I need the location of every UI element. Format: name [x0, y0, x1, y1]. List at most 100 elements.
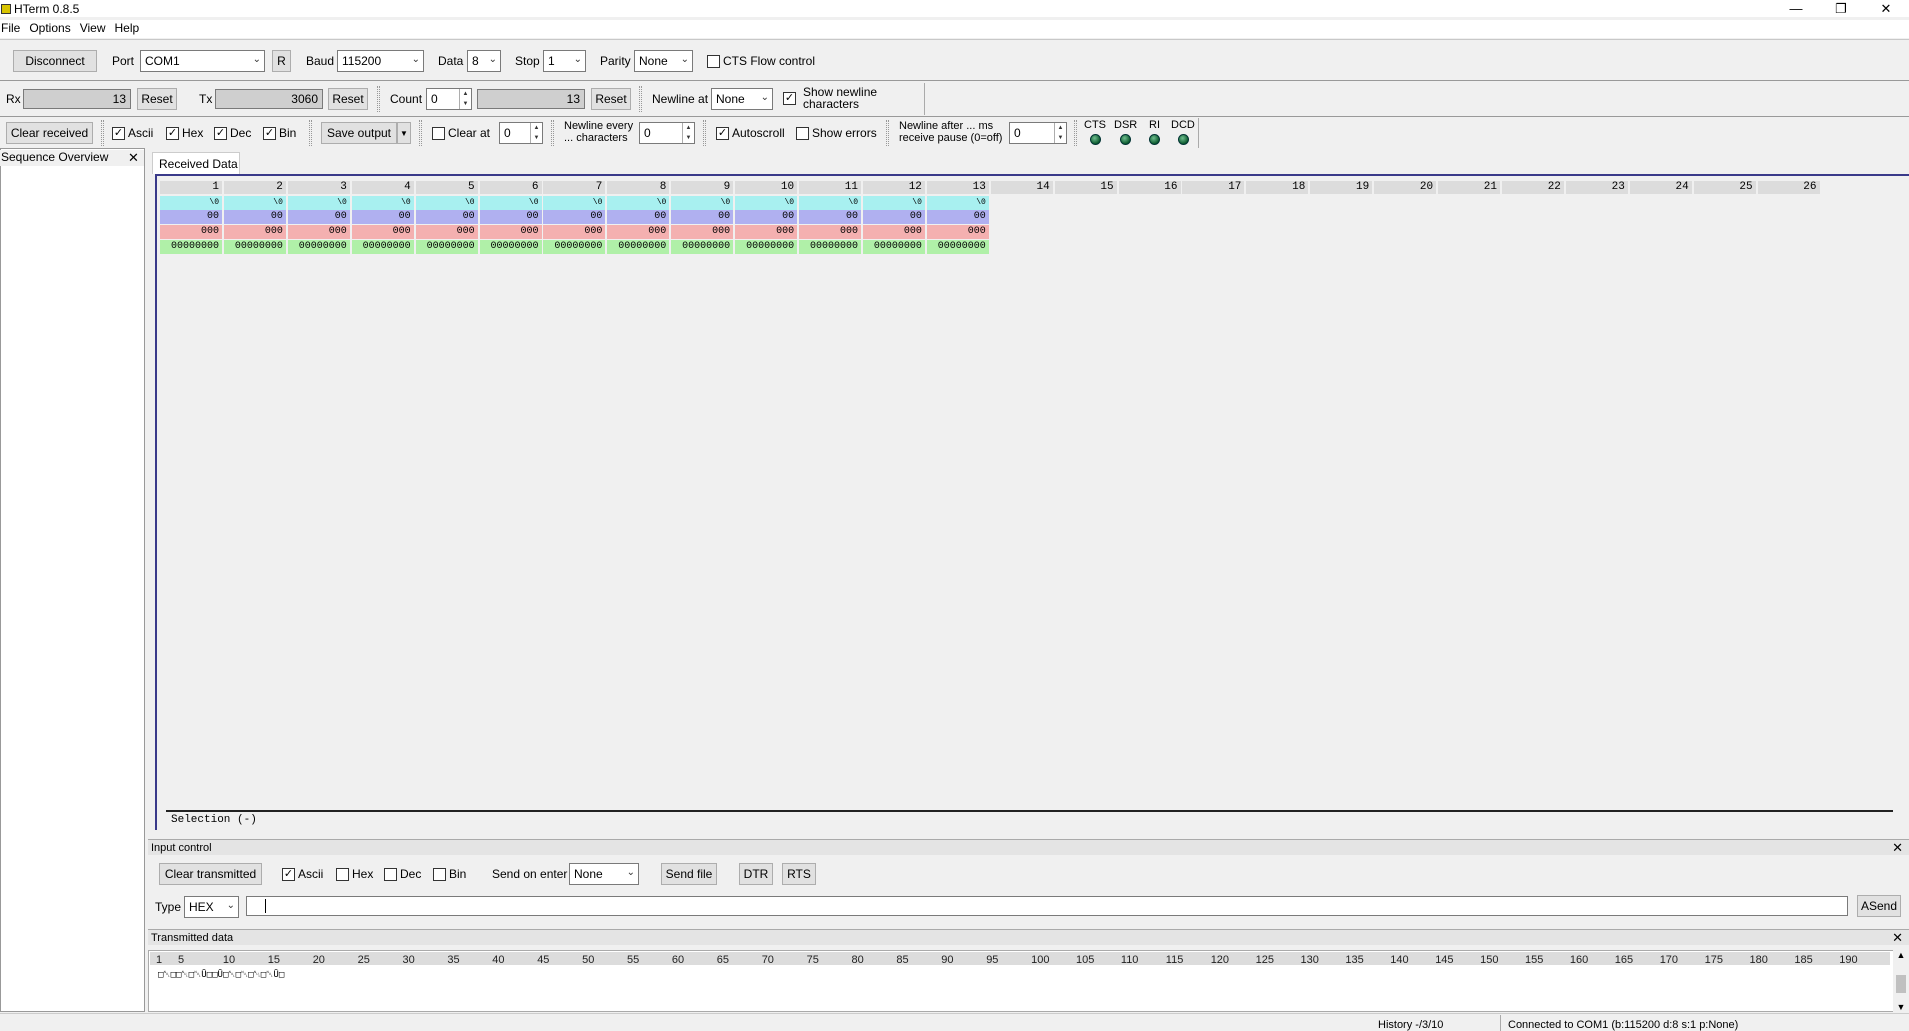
bin-cell[interactable]: 00000000	[926, 240, 989, 254]
ascii-cell[interactable]: \0	[415, 196, 478, 210]
hex-cell[interactable]: 00	[735, 210, 798, 224]
menu-help[interactable]: Help	[114, 20, 146, 38]
save-output-dropdown[interactable]: ▼	[397, 122, 411, 144]
stop-bits-select[interactable]: 1 ⌄	[543, 50, 586, 72]
newline-after-spinner[interactable]: 0 ▲ ▼	[1009, 122, 1067, 144]
hex-checkbox[interactable]: ✓ Hex	[166, 126, 203, 140]
received-data-panel[interactable]	[155, 174, 1909, 830]
ascii-cell[interactable]: \0	[223, 196, 286, 210]
spinner-arrows-icon[interactable]: ▲ ▼	[1054, 123, 1066, 143]
send-file-button[interactable]: Send file	[661, 863, 717, 885]
ascii-cell[interactable]: \0	[543, 196, 606, 210]
autoscroll-checkbox[interactable]: ✓ Autoscroll	[716, 126, 785, 140]
hex-cell[interactable]: 00	[415, 210, 478, 224]
newline-every-spinner[interactable]: 0 ▲ ▼	[639, 122, 695, 144]
menu-view[interactable]: View	[79, 20, 112, 38]
newline-at-select[interactable]: None ⌄	[711, 88, 773, 110]
clear-at-checkbox[interactable]: Clear at	[432, 126, 490, 140]
ascii-cell[interactable]: \0	[351, 196, 414, 210]
bin-cell[interactable]: 00000000	[479, 240, 542, 254]
bin-cell[interactable]: 00000000	[671, 240, 734, 254]
dec-cell[interactable]: 000	[862, 225, 925, 239]
hex-cell[interactable]: 00	[287, 210, 350, 224]
input-hex-checkbox[interactable]: Hex	[336, 867, 373, 881]
type-select[interactable]: HEX ⌄	[184, 896, 239, 918]
hex-cell[interactable]: 00	[351, 210, 414, 224]
hex-cell[interactable]: 00	[223, 210, 286, 224]
ascii-cell[interactable]: \0	[799, 196, 861, 210]
menu-file[interactable]: File	[0, 20, 26, 38]
save-output-button[interactable]: Save output	[321, 122, 397, 144]
ascii-cell[interactable]: \0	[735, 196, 798, 210]
hex-cell[interactable]: 00	[671, 210, 734, 224]
bin-cell[interactable]: 00000000	[543, 240, 606, 254]
hex-cell[interactable]: 00	[607, 210, 670, 224]
spinner-arrows-icon[interactable]: ▲ ▼	[459, 89, 471, 109]
dec-cell[interactable]: 000	[735, 225, 798, 239]
show-newline-checkbox[interactable]: ✓ Show newline characters	[783, 86, 923, 110]
spinner-arrows-icon[interactable]: ▲ ▼	[530, 123, 542, 143]
dec-cell[interactable]: 000	[543, 225, 606, 239]
dec-cell[interactable]: 000	[287, 225, 350, 239]
ascii-checkbox[interactable]: ✓ Ascii	[112, 126, 153, 140]
ascii-cell[interactable]: \0	[926, 196, 989, 210]
baud-select[interactable]: 115200 ⌄	[337, 50, 424, 72]
hex-cell[interactable]: 00	[479, 210, 542, 224]
ascii-cell[interactable]: \0	[287, 196, 350, 210]
dec-cell[interactable]: 000	[671, 225, 734, 239]
send-input[interactable]	[246, 896, 1848, 916]
bin-cell[interactable]: 00000000	[799, 240, 861, 254]
ascii-cell[interactable]: \0	[671, 196, 734, 210]
port-select[interactable]: COM1 ⌄	[140, 50, 265, 72]
disconnect-button[interactable]: Disconnect	[13, 50, 97, 72]
close-icon[interactable]: ✕	[1868, 0, 1904, 17]
asend-button[interactable]: ASend	[1857, 895, 1901, 917]
refresh-ports-button[interactable]: R	[272, 50, 291, 72]
bin-cell[interactable]: 00000000	[287, 240, 350, 254]
input-dec-checkbox[interactable]: Dec	[384, 867, 421, 881]
transmitted-scrollbar[interactable]: ▲ ▼	[1893, 950, 1909, 1012]
dec-cell[interactable]: 000	[223, 225, 286, 239]
bin-cell[interactable]: 00000000	[862, 240, 925, 254]
clear-received-button[interactable]: Clear received	[6, 122, 93, 144]
dtr-button[interactable]: DTR	[739, 863, 773, 885]
dec-cell[interactable]: 000	[351, 225, 414, 239]
close-icon[interactable]: ✕	[1892, 840, 1903, 856]
parity-select[interactable]: None ⌄	[634, 50, 693, 72]
scroll-up-icon[interactable]: ▲	[1893, 950, 1909, 960]
dec-cell[interactable]: 000	[607, 225, 670, 239]
restore-icon[interactable]: ❐	[1823, 0, 1859, 17]
close-icon[interactable]: ✕	[128, 150, 139, 166]
tx-reset-button[interactable]: Reset	[328, 88, 368, 110]
hex-cell[interactable]: 00	[543, 210, 606, 224]
bin-cell[interactable]: 00000000	[160, 240, 222, 254]
dec-cell[interactable]: 000	[926, 225, 989, 239]
ascii-cell[interactable]: \0	[862, 196, 925, 210]
bin-cell[interactable]: 00000000	[223, 240, 286, 254]
bin-cell[interactable]: 00000000	[415, 240, 478, 254]
rx-reset-button[interactable]: Reset	[137, 88, 177, 110]
hex-cell[interactable]: 00	[926, 210, 989, 224]
hex-cell[interactable]: 00	[799, 210, 861, 224]
data-bits-select[interactable]: 8 ⌄	[467, 50, 501, 72]
bin-cell[interactable]: 00000000	[735, 240, 798, 254]
dec-cell[interactable]: 000	[160, 225, 222, 239]
cts-flow-checkbox[interactable]: CTS Flow control	[707, 54, 815, 68]
spinner-arrows-icon[interactable]: ▲ ▼	[682, 123, 694, 143]
clear-transmitted-button[interactable]: Clear transmitted	[159, 863, 262, 885]
menu-options[interactable]: Options	[28, 20, 76, 38]
count-reset-button[interactable]: Reset	[591, 88, 631, 110]
dec-cell[interactable]: 000	[799, 225, 861, 239]
tab-received-data[interactable]: Received Data	[152, 152, 240, 174]
ascii-cell[interactable]: \0	[479, 196, 542, 210]
input-ascii-checkbox[interactable]: ✓ Ascii	[282, 867, 323, 881]
bin-cell[interactable]: 00000000	[607, 240, 670, 254]
rts-button[interactable]: RTS	[782, 863, 816, 885]
hex-cell[interactable]: 00	[862, 210, 925, 224]
input-bin-checkbox[interactable]: Bin	[433, 867, 466, 881]
count-spinner[interactable]: 0 ▲ ▼	[426, 88, 472, 110]
bin-checkbox[interactable]: ✓ Bin	[263, 126, 296, 140]
dec-cell[interactable]: 000	[479, 225, 542, 239]
dec-cell[interactable]: 000	[415, 225, 478, 239]
bin-cell[interactable]: 00000000	[351, 240, 414, 254]
